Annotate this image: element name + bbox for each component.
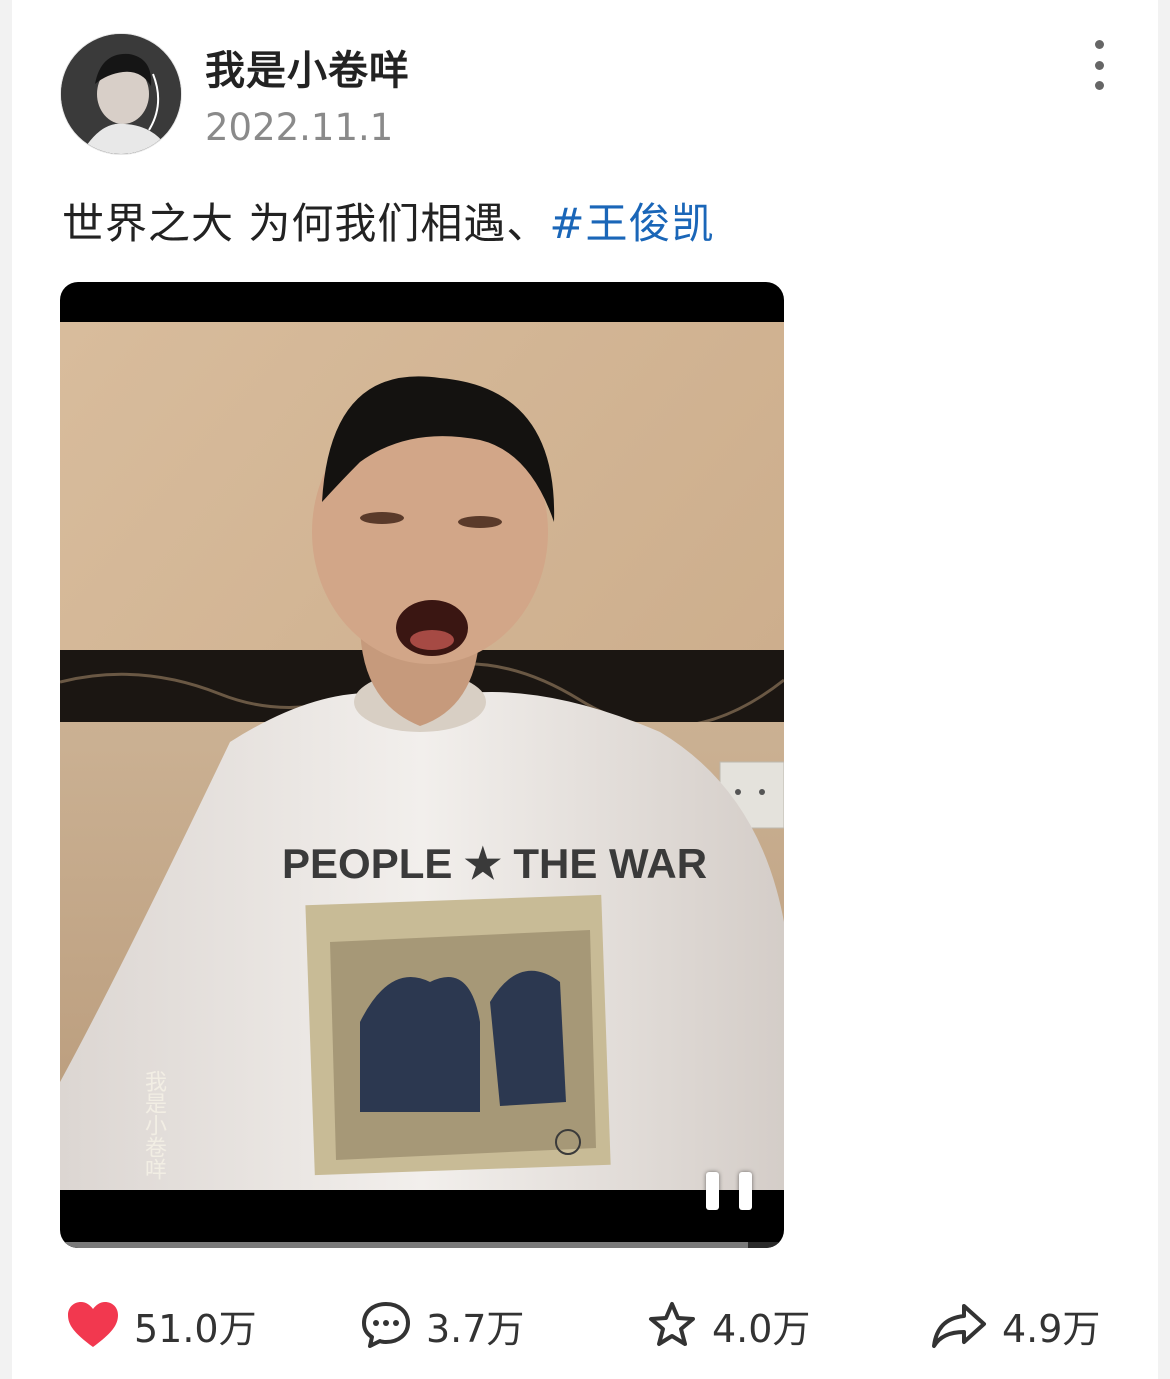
username[interactable]: 我是小卷咩 [205, 38, 410, 96]
more-options-button[interactable] [1079, 40, 1119, 90]
pause-bar-icon [706, 1172, 719, 1210]
comment-button[interactable]: 3.7万 [360, 1290, 524, 1360]
pause-button[interactable] [706, 1172, 752, 1222]
more-dot-icon [1094, 40, 1104, 49]
post-card: 我是小卷咩 2022.11.1 世界之大 为何我们相遇、#王俊凯 PEOPLE … [12, 0, 1158, 1379]
video-player[interactable]: PEOPLE ★ THE WAR 我是小卷咩 [60, 282, 784, 1248]
heart-icon [66, 1301, 120, 1349]
like-button[interactable]: 51.0万 [66, 1290, 257, 1360]
share-button[interactable]: 4.9万 [930, 1290, 1100, 1360]
shirt-print-text: PEOPLE ★ THE WAR [282, 840, 707, 887]
like-count: 51.0万 [134, 1306, 257, 1351]
avatar-image [61, 34, 181, 154]
post-date: 2022.11.1 [205, 106, 394, 149]
post-caption: 世界之大 为何我们相遇、#王俊凯 [62, 190, 715, 251]
star-icon [646, 1300, 698, 1350]
comment-count: 3.7万 [426, 1306, 525, 1351]
video-progress-fill [60, 1242, 748, 1248]
share-count: 4.9万 [1002, 1306, 1101, 1351]
caption-text: 世界之大 为何我们相遇、 [62, 199, 550, 248]
favorite-button[interactable]: 4.0万 [646, 1290, 810, 1360]
video-progress-bar[interactable] [60, 1242, 784, 1248]
action-bar: 51.0万 3.7万 4.0万 4.9万 [12, 1290, 1158, 1360]
hashtag-link[interactable]: #王俊凯 [549, 199, 714, 248]
video-watermark: 我是小卷咩 [141, 1070, 166, 1180]
more-dot-icon [1094, 60, 1104, 70]
video-frame-image: PEOPLE ★ THE WAR [60, 322, 784, 1190]
share-arrow-icon [930, 1300, 988, 1350]
pause-bar-icon [739, 1172, 752, 1210]
video-frame[interactable]: PEOPLE ★ THE WAR [60, 322, 784, 1190]
more-dot-icon [1094, 81, 1104, 90]
comment-icon [360, 1300, 412, 1350]
avatar[interactable] [60, 33, 182, 155]
favorite-count: 4.0万 [712, 1306, 811, 1351]
